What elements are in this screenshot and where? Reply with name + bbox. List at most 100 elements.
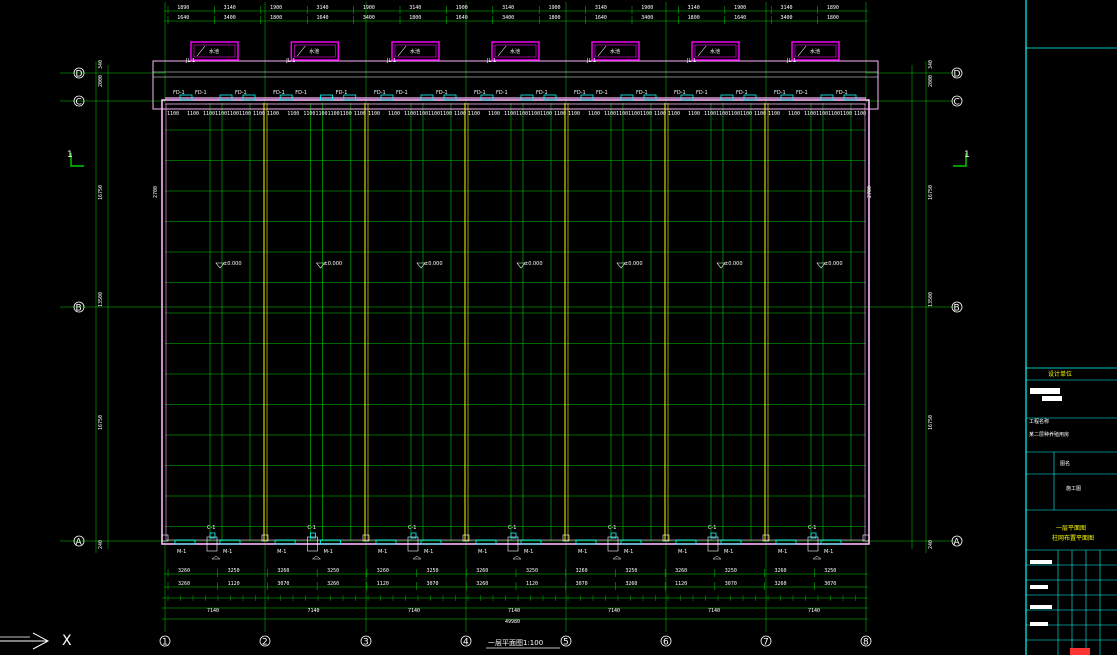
top-dim-row1-value: 1900 [363, 5, 375, 11]
north-corridor-outline [152, 60, 879, 110]
fan-code: FD-1 [173, 90, 185, 96]
axis-label-x: 4 [463, 638, 469, 648]
inner-dim: 1100 [468, 111, 480, 117]
water-tank-hatch [196, 45, 206, 57]
door-code: M-1 [324, 549, 333, 555]
water-tank-hatch [797, 45, 807, 57]
door-code: M-1 [778, 549, 787, 555]
bottom-dim-row1-value: 3250 [625, 568, 637, 574]
inner-dim: 1100 [716, 111, 728, 117]
inner-dim: 1100 [840, 111, 852, 117]
inner-dim: 1100 [239, 111, 251, 117]
inner-dim: 1100 [388, 111, 400, 117]
bottom-dim-row1-value: 3250 [725, 568, 737, 574]
bottom-dim-row2-value: 3070 [277, 581, 289, 587]
fan-code: FD-1 [696, 90, 708, 96]
inner-dim: 1100 [828, 111, 840, 117]
fan-code: FD-1 [195, 90, 207, 96]
outdoor-elev-mark [311, 555, 322, 560]
inner-dim: 1100 [227, 111, 239, 117]
tb-sheet-title-1: 一层平面图 [1056, 525, 1086, 532]
window-code: C-1 [207, 525, 215, 531]
section-mark-left [70, 153, 84, 167]
inner-dim: 1100 [416, 111, 428, 117]
inner-dim: 1100 [328, 111, 340, 117]
bottom-dim-row2-value: 1120 [675, 581, 687, 587]
elevation-label: ±0.000 [524, 261, 543, 267]
top-dim-row2-value: 1640 [734, 15, 746, 21]
inner-dim: 1100 [167, 111, 179, 117]
inner-dim: 1100 [740, 111, 752, 117]
axis-label-y-right: C [954, 98, 960, 108]
inner-dim: 1100 [488, 111, 500, 117]
top-dim-row2-value: 1800 [827, 15, 839, 21]
tb-project-name: 某二层种养殖用房 [1029, 431, 1069, 438]
door-code: M-1 [478, 549, 487, 555]
bottom-dim-row2-value: 1120 [377, 581, 389, 587]
door-code: M-1 [824, 549, 833, 555]
top-dim-row1-value: 3140 [502, 5, 514, 11]
water-tank-hatch [397, 45, 407, 57]
wall-thick-label: 2700 [153, 186, 159, 198]
inner-dim: 1100 [568, 111, 580, 117]
axis-label-x: 1 [162, 638, 168, 648]
top-dim-row2-value: 1640 [456, 15, 468, 21]
inner-dim: 1100 [340, 111, 352, 117]
water-tank-hatch [597, 45, 607, 57]
inner-dim: 1100 [804, 111, 816, 117]
door-code: M-1 [524, 549, 533, 555]
inner-dim: 1100 [440, 111, 452, 117]
bottom-dim-row1-value: 3260 [775, 568, 787, 574]
tb-design-stage: 施工图 [1066, 485, 1081, 492]
bottom-dim-row1-value: 3260 [178, 568, 190, 574]
door-code: M-1 [678, 549, 687, 555]
inner-dim: 1100 [688, 111, 700, 117]
top-dim-row1-value: 3140 [688, 5, 700, 11]
total-dim-value: 49980 [505, 619, 520, 625]
bottom-dim-row2-value: 3260 [178, 581, 190, 587]
elevation-label: ±0.000 [724, 261, 743, 267]
elevation-label: ±0.000 [324, 261, 343, 267]
north-arrow [0, 632, 50, 650]
top-dim-row2-value: 1640 [316, 15, 328, 21]
door-code: M-1 [424, 549, 433, 555]
fan-code: FD-1 [396, 90, 408, 96]
inner-dim: 1100 [528, 111, 540, 117]
inner-dim: 1100 [668, 111, 680, 117]
window-code: C-1 [808, 525, 816, 531]
outer-wall-inner [165, 103, 866, 541]
left-dim-value: 2000 [98, 75, 104, 87]
water-tank-label: 水池 [810, 48, 820, 55]
inner-dim: 1100 [628, 111, 640, 117]
axis-label-x: 7 [763, 638, 769, 648]
fan-code: FD-1 [235, 90, 247, 96]
inner-dim: 1100 [616, 111, 628, 117]
door-code: M-1 [578, 549, 587, 555]
bottom-dim-row2-value: 3260 [327, 581, 339, 587]
water-tank-label: 水池 [309, 48, 319, 55]
door-code: M-1 [177, 549, 186, 555]
bottom-dim-row1-value: 3260 [476, 568, 488, 574]
fan-code: FD-1 [836, 90, 848, 96]
water-tank-label: 水池 [610, 48, 620, 55]
left-dim-value: 240 [98, 540, 104, 549]
inner-dim: 1100 [754, 111, 766, 117]
bottom-dim-row1-value: 3260 [675, 568, 687, 574]
top-dim-row2-value: 3400 [502, 15, 514, 21]
fan-code: FD-1 [736, 90, 748, 96]
bottom-dim-row1-value: 3250 [327, 568, 339, 574]
water-tank-hatch [297, 45, 306, 57]
left-dim-value: 16750 [98, 415, 104, 430]
inner-dim: 1100 [516, 111, 528, 117]
right-dim-value: 16750 [928, 185, 934, 200]
fan-code: FD-1 [774, 90, 786, 96]
bottom-dim-row1-value: 3250 [824, 568, 836, 574]
axis-label-y-left: D [76, 70, 83, 80]
walls [152, 60, 879, 545]
top-dim-row1-value: 3140 [780, 5, 792, 11]
outdoor-elev-mark [812, 555, 822, 560]
fan-code: FD-1 [796, 90, 808, 96]
top-dim-row2-value: 1800 [548, 15, 560, 21]
bottom-dim-row1-value: 3260 [277, 568, 289, 574]
inner-dim: 1100 [316, 111, 328, 117]
